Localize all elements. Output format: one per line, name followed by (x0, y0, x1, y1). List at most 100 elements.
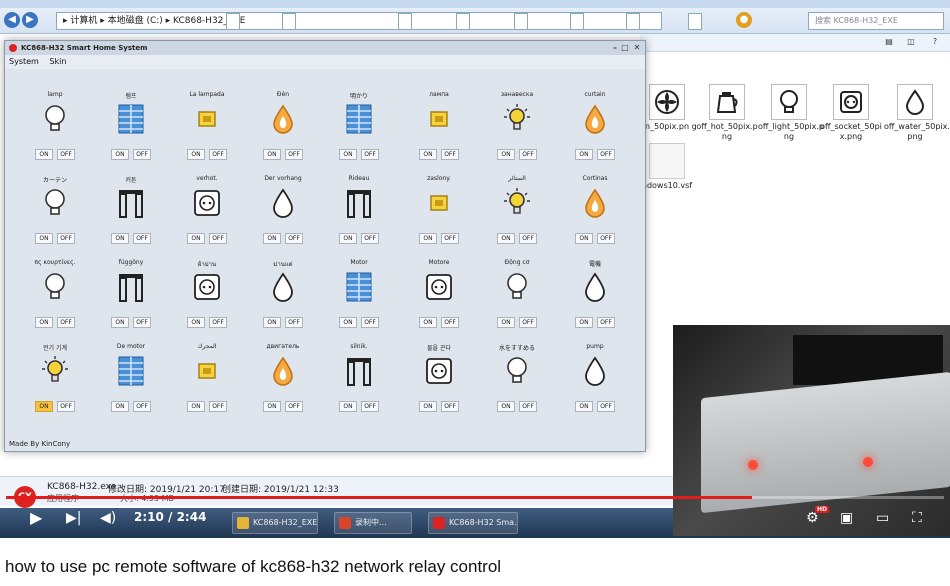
close-icon[interactable]: ✕ (631, 42, 643, 54)
on-button[interactable]: ON (111, 233, 129, 244)
off-button[interactable]: OFF (209, 317, 227, 328)
on-button[interactable]: ON (419, 401, 437, 412)
off-button[interactable]: OFF (597, 233, 615, 244)
on-button[interactable]: ON (111, 149, 129, 160)
on-button[interactable]: ON (111, 317, 129, 328)
device-label: Rideau (348, 175, 370, 182)
file-item[interactable]: off_water_50pix. png (884, 84, 950, 142)
on-button[interactable]: ON (575, 317, 593, 328)
preview-pane-icon[interactable]: ◫ (900, 36, 922, 48)
help-icon[interactable]: ? (924, 36, 946, 48)
on-button[interactable]: ON (575, 233, 593, 244)
chrome-icon[interactable]: ● (736, 12, 752, 28)
on-button[interactable]: ON (263, 233, 281, 244)
on-button[interactable]: ON (263, 401, 281, 412)
off-button[interactable]: OFF (285, 233, 303, 244)
maximize-icon[interactable]: □ (619, 42, 631, 54)
device-cell: Động cơ ON OFF (479, 259, 555, 344)
off-button[interactable]: OFF (285, 149, 303, 160)
on-button[interactable]: ON (497, 233, 515, 244)
off-button[interactable]: OFF (209, 401, 227, 412)
play-icon[interactable]: ▶ (30, 508, 42, 528)
file-icon (688, 13, 702, 30)
view-icon[interactable]: ▤ (878, 36, 900, 48)
on-button[interactable]: ON (575, 401, 593, 412)
off-button[interactable]: OFF (209, 149, 227, 160)
off-button[interactable]: OFF (597, 317, 615, 328)
blind-icon (117, 103, 145, 135)
off-button[interactable]: OFF (133, 401, 151, 412)
theater-mode-icon[interactable]: ▭ (876, 508, 889, 528)
on-button[interactable]: ON (497, 149, 515, 160)
on-button[interactable]: ON (575, 149, 593, 160)
off-button[interactable]: OFF (209, 233, 227, 244)
off-button[interactable]: OFF (133, 233, 151, 244)
on-button[interactable]: ON (263, 149, 281, 160)
off-button[interactable]: OFF (441, 401, 459, 412)
on-button[interactable]: ON (187, 317, 205, 328)
off-button[interactable]: OFF (133, 149, 151, 160)
forward-icon[interactable]: ▶ (22, 12, 38, 28)
off-button[interactable]: OFF (519, 149, 537, 160)
fullscreen-icon[interactable]: ⛶ (912, 508, 922, 528)
on-button[interactable]: ON (187, 149, 205, 160)
off-button[interactable]: OFF (57, 401, 75, 412)
video-player[interactable]: ◀ ▶ ▸ 计算机 ▸ 本地磁盘 (C:) ▸ KC868-H32_EXE ● … (0, 0, 950, 538)
off-button[interactable]: OFF (285, 401, 303, 412)
on-button[interactable]: ON (339, 317, 357, 328)
device-cell: Rideau ON OFF (321, 175, 397, 260)
on-button[interactable]: ON (497, 401, 515, 412)
off-button[interactable]: OFF (361, 317, 379, 328)
app-title-text: KC868-H32 Smart Home System (21, 44, 148, 52)
off-button[interactable]: OFF (441, 149, 459, 160)
off-button[interactable]: OFF (597, 401, 615, 412)
on-button[interactable]: ON (187, 233, 205, 244)
off-button[interactable]: OFF (285, 317, 303, 328)
off-button[interactable]: OFF (597, 149, 615, 160)
detail-created: 创建日期: 2019/1/21 12:33 (222, 485, 339, 495)
on-button[interactable]: ON (35, 401, 53, 412)
on-button[interactable]: ON (111, 401, 129, 412)
off-button[interactable]: OFF (441, 317, 459, 328)
on-button[interactable]: ON (339, 233, 357, 244)
miniplayer-icon[interactable]: ▣ (840, 508, 853, 528)
on-button[interactable]: ON (35, 317, 53, 328)
off-button[interactable]: OFF (519, 233, 537, 244)
file-item[interactable]: off_hot_50pix.p ng (696, 84, 758, 142)
off-button[interactable]: OFF (361, 233, 379, 244)
on-button[interactable]: ON (497, 317, 515, 328)
off-button[interactable]: OFF (361, 149, 379, 160)
off-button[interactable]: OFF (441, 233, 459, 244)
on-button[interactable]: ON (339, 149, 357, 160)
menu-system[interactable]: System (5, 55, 43, 69)
led-indicator (748, 460, 758, 470)
socket-icon (193, 187, 221, 219)
file-item[interactable]: off_socket_50pi x.png (820, 84, 882, 142)
on-button[interactable]: ON (419, 149, 437, 160)
off-button[interactable]: OFF (361, 401, 379, 412)
device-cell: занавеска ON OFF (479, 91, 555, 176)
on-button[interactable]: ON (35, 149, 53, 160)
on-button[interactable]: ON (187, 401, 205, 412)
next-icon[interactable]: ▶| (66, 508, 81, 528)
on-button[interactable]: ON (339, 401, 357, 412)
off-button[interactable]: OFF (57, 233, 75, 244)
search-input[interactable]: 搜索 KC868-H32_EXE (808, 12, 944, 30)
menu-skin[interactable]: Skin (45, 55, 70, 69)
bulb-icon (771, 84, 807, 120)
device-cell: lamp ON OFF (17, 91, 93, 176)
off-button[interactable]: OFF (519, 401, 537, 412)
video-progress-bar[interactable] (6, 496, 944, 499)
on-button[interactable]: ON (419, 233, 437, 244)
on-button[interactable]: ON (419, 317, 437, 328)
off-button[interactable]: OFF (57, 317, 75, 328)
off-button[interactable]: OFF (133, 317, 151, 328)
on-button[interactable]: ON (263, 317, 281, 328)
device-cell: La lampada ON OFF (169, 91, 245, 176)
back-icon[interactable]: ◀ (4, 12, 20, 28)
volume-icon[interactable]: ◀) (100, 508, 116, 528)
off-button[interactable]: OFF (57, 149, 75, 160)
file-item[interactable]: off_light_50pix.p ng (758, 84, 824, 142)
on-button[interactable]: ON (35, 233, 53, 244)
off-button[interactable]: OFF (519, 317, 537, 328)
